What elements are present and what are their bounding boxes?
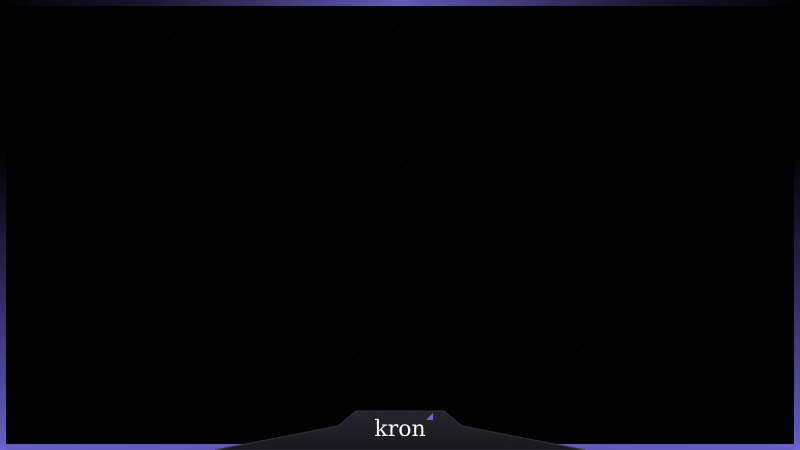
left-accent-border bbox=[0, 150, 6, 450]
brand-logo: kron bbox=[0, 413, 800, 442]
brand-name: kron bbox=[374, 417, 426, 442]
video-frame-overlay: kron bbox=[0, 0, 800, 450]
right-accent-border bbox=[794, 150, 800, 450]
kron-logo-mark-icon bbox=[425, 413, 433, 420]
background-texture bbox=[0, 0, 800, 450]
top-accent-glow bbox=[0, 0, 800, 6]
